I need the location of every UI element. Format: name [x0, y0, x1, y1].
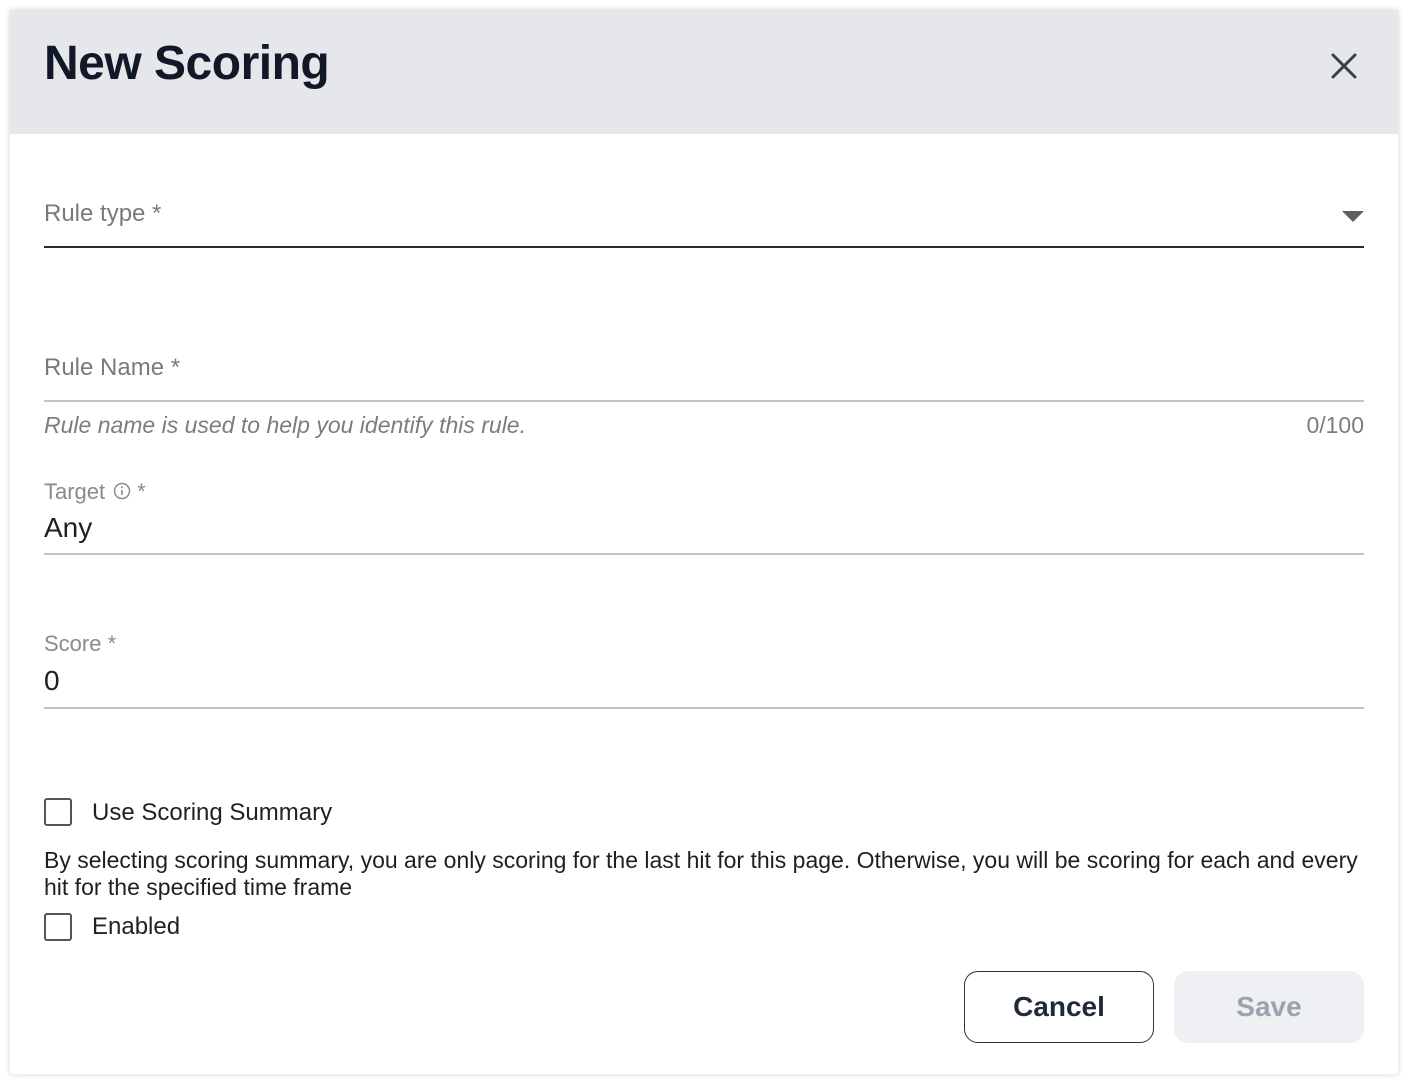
rule-name-helper-text: Rule name is used to help you identify t… — [44, 412, 526, 438]
target-label: Target * — [44, 478, 146, 506]
target-field[interactable]: Target * Any — [44, 478, 1364, 558]
target-underline — [44, 553, 1364, 555]
score-underline — [44, 707, 1364, 709]
rule-name-char-counter: 0/100 — [1306, 412, 1364, 438]
rule-type-select[interactable]: Rule type * — [44, 200, 1364, 250]
enabled-label[interactable]: Enabled — [92, 913, 180, 941]
rule-type-label: Rule type * — [44, 200, 162, 227]
score-label: Score * — [44, 631, 117, 656]
use-scoring-summary-checkbox[interactable] — [44, 798, 72, 826]
dialog-header: New Scoring — [10, 10, 1398, 134]
rule-name-label: Rule Name * — [44, 354, 181, 381]
caret-down-icon — [1342, 210, 1364, 228]
scoring-summary-description: By selecting scoring summary, you are on… — [44, 847, 1358, 900]
target-required-mark: * — [137, 479, 146, 504]
close-icon[interactable] — [1328, 50, 1360, 82]
target-label-text: Target — [44, 479, 106, 504]
new-scoring-dialog: New Scoring Rule type * Rule Name * Rule… — [10, 10, 1398, 1074]
rule-type-underline — [44, 246, 1364, 248]
use-scoring-summary-label[interactable]: Use Scoring Summary — [92, 799, 332, 827]
rule-name-field[interactable]: Rule Name * Rule name is used to help yo… — [44, 354, 1364, 464]
rule-name-underline — [44, 400, 1364, 402]
enabled-checkbox[interactable] — [44, 913, 72, 941]
save-button[interactable]: Save — [1174, 971, 1364, 1043]
score-field[interactable]: Score * 0 — [44, 631, 1364, 711]
target-value: Any — [44, 512, 93, 543]
score-value: 0 — [44, 665, 60, 696]
info-icon[interactable] — [113, 480, 131, 506]
dialog-title: New Scoring — [44, 37, 330, 90]
cancel-button[interactable]: Cancel — [964, 971, 1154, 1043]
